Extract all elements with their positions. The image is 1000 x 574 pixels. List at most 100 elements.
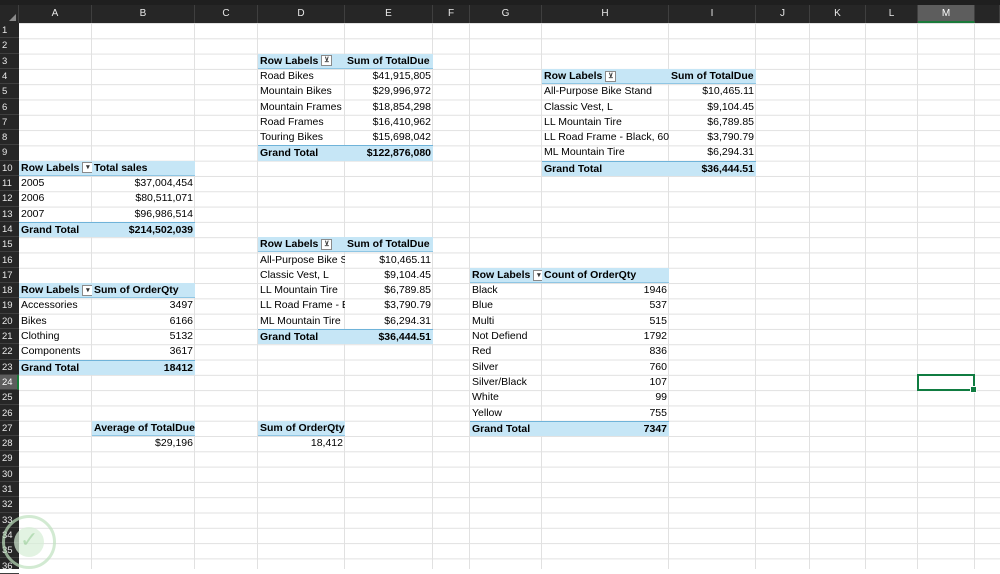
pivot_road-row-label[interactable]: Touring Bikes (258, 130, 345, 145)
pivot_years-grand-total-label[interactable]: Grand Total (19, 221, 92, 238)
pivot_colors-row-label[interactable]: Blue (470, 298, 542, 313)
worksheet-grid[interactable]: Row Labels ⊻ Sum of TotalDue Road Bikes $41,… (19, 23, 1000, 569)
pivot_products-row-value[interactable]: $6,294.31 (669, 145, 756, 160)
pivot_colors-row-label[interactable]: Black (470, 283, 542, 298)
pivot_years-row-labels-header[interactable]: Row Labels ▾ (19, 160, 92, 176)
row-header-23[interactable]: 23 (0, 360, 19, 375)
pivot_colors-row-value[interactable]: 107 (542, 375, 669, 390)
filter-dropdown-icon[interactable]: ▾ (82, 284, 92, 296)
row-header-5[interactable]: 5 (0, 84, 19, 100)
pivot_products-grand-total-value[interactable]: $36,444.51 (669, 160, 756, 176)
pivot_products_2-row-value[interactable]: $10,465.11 (345, 253, 433, 268)
pivot_colors-value-header[interactable]: Count of OrderQty (542, 267, 669, 284)
sum-orderqty-header[interactable]: Sum of OrderQty (258, 420, 345, 437)
row-header-24[interactable]: 24 (0, 374, 19, 391)
row-header-31[interactable]: 31 (0, 482, 19, 498)
column-header-d[interactable]: D (258, 5, 345, 23)
pivot_categories-grand-total-value[interactable]: 18412 (92, 359, 195, 375)
pivot_years-row-value[interactable]: $37,004,454 (92, 176, 195, 191)
pivot_categories-row-label[interactable]: Clothing (19, 329, 92, 344)
pivot_products-row-label[interactable]: Classic Vest, L (542, 100, 669, 115)
pivot_categories-row-label[interactable]: Accessories (19, 298, 92, 313)
row-header-22[interactable]: 22 (0, 344, 19, 360)
pivot_products_2-row-value[interactable]: $3,790.79 (345, 298, 433, 313)
pivot_products-grand-total-label[interactable]: Grand Total (542, 160, 669, 176)
pivot_colors-row-value[interactable]: 537 (542, 298, 669, 313)
column-header-i[interactable]: I (669, 5, 756, 23)
pivot_products_2-value-header[interactable]: Sum of TotalDue (345, 237, 433, 253)
row-header-28[interactable]: 28 (0, 436, 19, 452)
pivot_products_2-row-label[interactable]: ML Mountain Tire (258, 314, 345, 329)
pivot_years-grand-total-value[interactable]: $214,502,039 (92, 221, 195, 238)
row-header-27[interactable]: 27 (0, 421, 19, 437)
pivot_categories-row-labels-header[interactable]: Row Labels ▾ (19, 283, 92, 299)
pivot_colors-row-value[interactable]: 1946 (542, 283, 669, 298)
row-header-25[interactable]: 25 (0, 390, 19, 406)
column-header-k[interactable]: K (810, 5, 866, 23)
pivot_categories-row-label[interactable]: Bikes (19, 314, 92, 329)
pivot_road-row-value[interactable]: $29,996,972 (345, 84, 433, 99)
pivot_road-grand-total-value[interactable]: $122,876,080 (345, 145, 433, 161)
row-header-10[interactable]: 10 (0, 161, 19, 176)
pivot_products_2-row-label[interactable]: LL Road Frame - Bl (258, 298, 345, 313)
row-header-6[interactable]: 6 (0, 100, 19, 115)
pivot_road-row-value[interactable]: $15,698,042 (345, 130, 433, 145)
pivot_colors-row-value[interactable]: 99 (542, 390, 669, 405)
pivot_categories-grand-total-label[interactable]: Grand Total (19, 359, 92, 375)
row-header-2[interactable]: 2 (0, 38, 19, 54)
pivot_road-row-labels-header[interactable]: Row Labels ⊻ (258, 53, 345, 69)
column-header-b[interactable]: B (92, 5, 195, 23)
pivot_colors-row-label[interactable]: Silver/Black (470, 375, 542, 390)
pivot_categories-row-label[interactable]: Components (19, 344, 92, 359)
row-header-19[interactable]: 19 (0, 298, 19, 314)
pivot_products_2-row-label[interactable]: LL Mountain Tire (258, 283, 345, 298)
pivot_years-row-value[interactable]: $80,511,071 (92, 191, 195, 206)
column-header-g[interactable]: G (470, 5, 542, 23)
pivot_categories-row-value[interactable]: 6166 (92, 314, 195, 329)
row-header-30[interactable]: 30 (0, 467, 19, 482)
pivot_colors-row-label[interactable]: Multi (470, 314, 542, 329)
column-header-m[interactable]: M (918, 5, 975, 23)
filter-dropdown-icon[interactable]: ⊻ (605, 70, 617, 82)
pivot_products_2-row-value[interactable]: $6,789.85 (345, 283, 433, 298)
pivot_categories-row-value[interactable]: 3617 (92, 344, 195, 359)
row-header-16[interactable]: 16 (0, 253, 19, 268)
pivot_products-row-label[interactable]: ML Mountain Tire (542, 145, 669, 160)
row-header-26[interactable]: 26 (0, 406, 19, 421)
pivot_products-row-value[interactable]: $3,790.79 (669, 130, 756, 145)
filter-dropdown-icon[interactable]: ⊻ (321, 55, 333, 67)
pivot_colors-row-value[interactable]: 515 (542, 314, 669, 329)
row-header-1[interactable]: 1 (0, 23, 19, 39)
row-header-3[interactable]: 3 (0, 54, 19, 69)
pivot_colors-row-label[interactable]: Not Defiend (470, 329, 542, 344)
column-header-l[interactable]: L (866, 5, 918, 23)
row-header-29[interactable]: 29 (0, 451, 19, 467)
select-all-button[interactable] (0, 5, 19, 23)
column-header-a[interactable]: A (19, 5, 92, 23)
column-header-j[interactable]: J (756, 5, 810, 23)
active-cell-selection[interactable] (917, 373, 977, 394)
column-header-n[interactable] (975, 5, 1000, 23)
row-header-17[interactable]: 17 (0, 268, 19, 284)
pivot_years-row-label[interactable]: 2006 (19, 191, 92, 206)
column-header-e[interactable]: E (345, 5, 433, 23)
pivot_colors-row-labels-header[interactable]: Row Labels ▾ (470, 267, 542, 284)
pivot_categories-value-header[interactable]: Sum of OrderQty (92, 283, 195, 299)
pivot_colors-grand-total-value[interactable]: 7347 (542, 420, 669, 437)
row-header-7[interactable]: 7 (0, 115, 19, 131)
pivot_years-row-value[interactable]: $96,986,514 (92, 207, 195, 222)
pivot_products-row-value[interactable]: $6,789.85 (669, 115, 756, 130)
pivot_road-grand-total-label[interactable]: Grand Total (258, 145, 345, 161)
column-header-f[interactable]: F (433, 5, 470, 23)
pivot_colors-row-label[interactable]: Silver (470, 360, 542, 375)
pivot_road-row-label[interactable]: Road Frames (258, 115, 345, 130)
row-header-20[interactable]: 20 (0, 314, 19, 329)
average-totaldue-header[interactable]: Average of TotalDue (92, 420, 195, 437)
pivot_categories-row-value[interactable]: 5132 (92, 329, 195, 344)
pivot_products_2-row-label[interactable]: All-Purpose Bike S (258, 253, 345, 268)
pivot_products_2-grand-total-label[interactable]: Grand Total (258, 329, 345, 345)
pivot_road-row-label[interactable]: Mountain Bikes (258, 84, 345, 99)
pivot_road-row-value[interactable]: $16,410,962 (345, 115, 433, 130)
pivot_categories-row-value[interactable]: 3497 (92, 298, 195, 313)
row-header-32[interactable]: 32 (0, 497, 19, 513)
